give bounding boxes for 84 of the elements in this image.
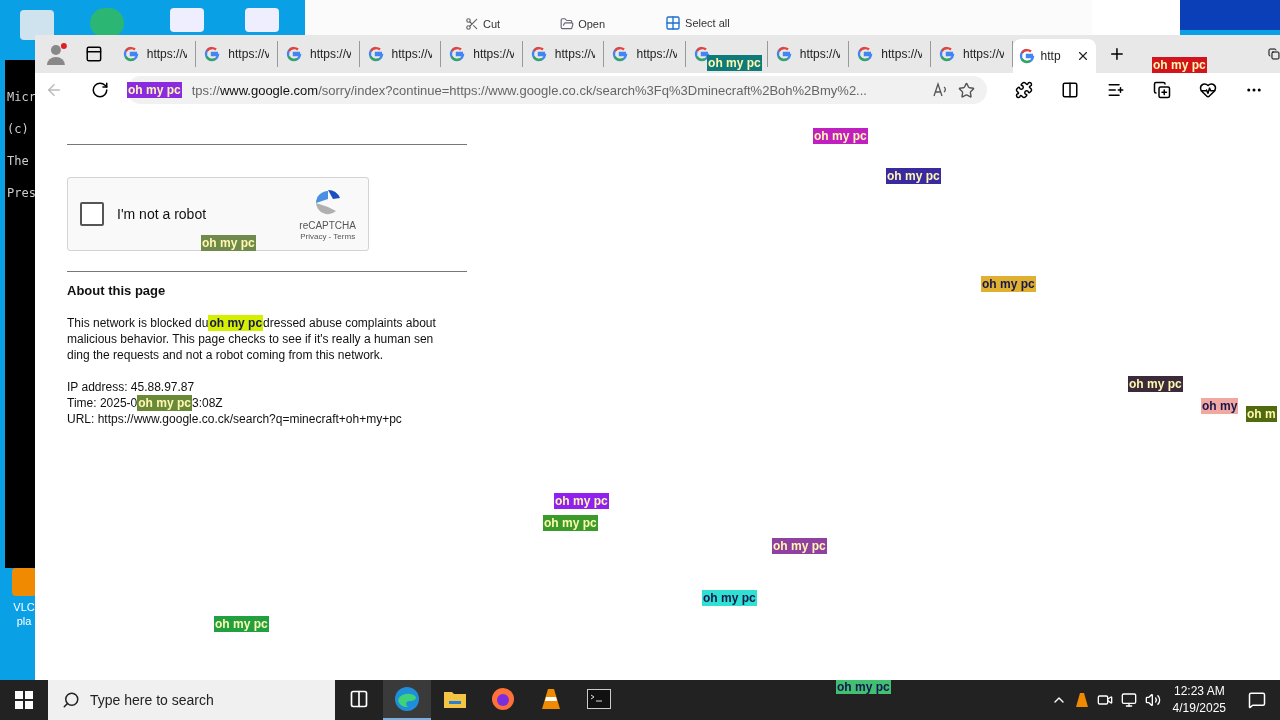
heartbeat-icon[interactable]: [1199, 81, 1217, 99]
firefox-icon: [491, 687, 515, 711]
overlay-label: oh my pc: [214, 616, 269, 632]
ip-address-text: IP address: 45.88.97.87: [67, 379, 196, 395]
paragraph-text: dressed abuse complaints about: [263, 316, 436, 330]
overlay-label: oh my pc: [127, 82, 182, 98]
collections-icon[interactable]: [1153, 81, 1171, 99]
icon-label: VLC pla: [12, 600, 36, 628]
console-line: Pres: [6, 186, 37, 202]
overlay-label: oh my: [1201, 398, 1239, 414]
network-icon[interactable]: [1120, 692, 1137, 708]
url-text: tps://www.google.com/sorry/index?continue=https://www.google.co.ck/search%3Fq%3Dminecraft%2Boh%2Bmy%2...: [191, 82, 868, 98]
overlay-label: oh my pc: [208, 315, 264, 331]
captcha-label: I'm not a robot: [117, 206, 208, 222]
volume-icon[interactable]: [1144, 692, 1161, 708]
refresh-icon[interactable]: [91, 81, 109, 99]
url-line: URL: https://www.google.co.ck/search?q=minecraft+oh+my+pc: [67, 411, 403, 427]
vlc-shortcut-icon[interactable]: [12, 568, 36, 596]
overlay-label: oh my pc: [836, 680, 891, 694]
open-icon: [560, 17, 575, 31]
google-icon: [367, 46, 384, 62]
paragraph-text: ding the requests and not a robot coming from this network.: [67, 347, 385, 363]
read-aloud-icon[interactable]: [932, 82, 948, 98]
scissors-icon: [465, 17, 479, 31]
overlay-label: oh my pc: [772, 538, 827, 554]
paragraph-text: malicious behavior. This page checks to see if it's really a human sen: [67, 331, 435, 347]
overlay-label: oh my pc: [707, 55, 762, 71]
overlay-label: oh my pc: [981, 276, 1036, 292]
browser-tab[interactable]: http: [1012, 39, 1097, 73]
favorite-star-icon[interactable]: [958, 81, 975, 99]
taskbar-app-button[interactable]: [383, 680, 431, 720]
overlay-label: oh my pc: [1128, 376, 1183, 392]
notification-icon[interactable]: [1248, 691, 1266, 709]
overlay-label: oh my pc: [1152, 57, 1207, 73]
clock[interactable]: 12:23 AM 4/19/2025: [1172, 683, 1226, 717]
google-icon: [449, 46, 466, 62]
overlay-label: oh m: [1246, 406, 1277, 422]
camera-icon[interactable]: [1096, 692, 1113, 708]
grid-icon: [665, 15, 682, 31]
terminal-icon: [587, 689, 611, 709]
taskbar-search-field[interactable]: Type here to search: [48, 680, 335, 720]
restore-icon[interactable]: [1268, 48, 1280, 60]
google-icon: [204, 46, 221, 62]
traffic-cone-icon: [540, 687, 562, 711]
folder-icon: [443, 689, 467, 709]
section-heading: About this page: [67, 283, 167, 298]
split-screen-icon[interactable]: [1061, 81, 1079, 99]
overlay-label: oh my pc: [813, 128, 868, 144]
google-icon: [857, 46, 874, 62]
overlay-label: oh my pc: [543, 515, 598, 531]
overlay-label: oh my pc: [886, 168, 941, 184]
google-icon: [530, 46, 547, 62]
captcha-brand: reCAPTCHA: [299, 220, 356, 231]
google-icon: [286, 46, 302, 62]
google-icon: [612, 46, 629, 62]
paragraph-text: This network is blocked du: [67, 316, 209, 330]
ribbon-button[interactable]: Open: [560, 17, 606, 31]
search-icon: [62, 691, 80, 709]
ribbon-button[interactable]: Cut: [465, 17, 501, 31]
captcha-links[interactable]: Privacy - Terms: [300, 232, 356, 241]
console-line: The: [6, 154, 30, 170]
address-bar[interactable]: oh my pc tps://www.google.com/sorry/index?continue=https://www.google.co.ck/search%3Fq%3Dminecraft%2Boh%2Bmy%2...: [127, 76, 987, 104]
extensions-icon[interactable]: [1015, 81, 1033, 99]
favorites-icon[interactable]: [1107, 81, 1125, 99]
captcha-checkbox[interactable]: [80, 202, 104, 226]
windows-logo-icon: [15, 691, 33, 709]
overlay-label: oh my pc: [702, 590, 757, 606]
google-icon: [122, 46, 139, 62]
ribbon-button[interactable]: Select all: [665, 15, 730, 31]
google-icon: [939, 46, 955, 62]
console-line: (c): [6, 122, 30, 138]
overlay-label: oh my pc: [554, 493, 609, 509]
overlay-label: oh my pc: [201, 235, 256, 251]
task-view-icon: [349, 689, 369, 709]
tab-actions-icon[interactable]: [84, 45, 103, 63]
time-text: Time: 2025-0: [67, 396, 138, 410]
tab-title: http: [1040, 49, 1062, 63]
google-icon: [1018, 48, 1035, 64]
time-text: 3:08Z: [191, 396, 223, 410]
traffic-cone-icon[interactable]: [1074, 692, 1089, 708]
browser-icon: [394, 686, 420, 712]
console-line: Micr: [6, 90, 37, 106]
overlay-label: oh my pc: [137, 395, 192, 411]
google-icon: [775, 46, 792, 62]
